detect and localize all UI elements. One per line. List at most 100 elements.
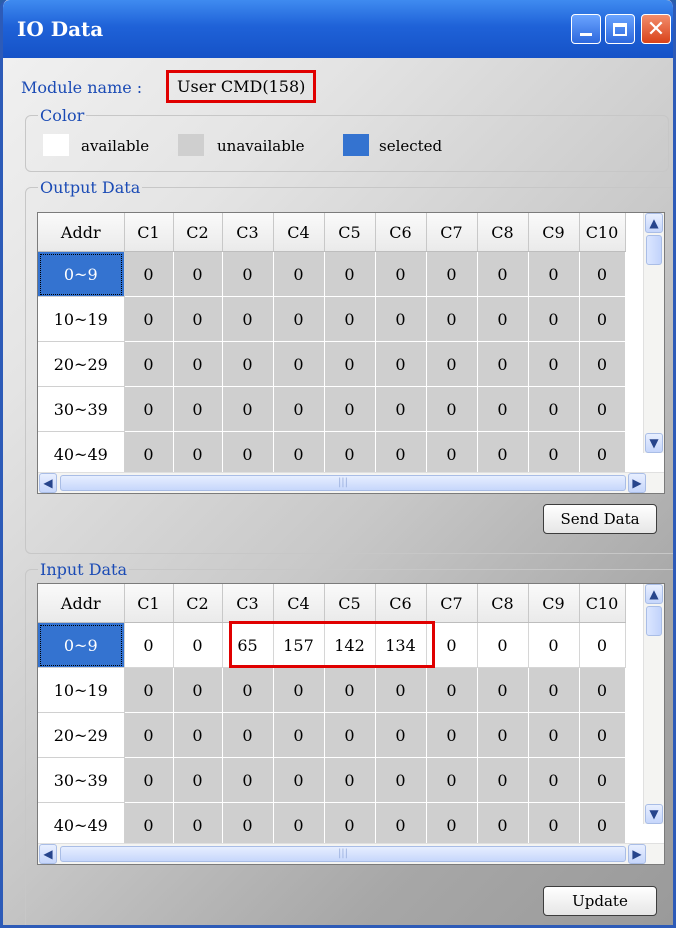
data-cell[interactable]: 0 bbox=[375, 296, 427, 342]
data-cell[interactable]: 0 bbox=[173, 386, 223, 432]
title-bar[interactable]: IO Data ✕ bbox=[3, 0, 673, 58]
vertical-scroll-thumb[interactable] bbox=[646, 235, 662, 265]
data-cell[interactable]: 0 bbox=[426, 667, 478, 713]
data-cell[interactable]: 0 bbox=[528, 341, 580, 387]
data-cell[interactable]: 0 bbox=[426, 712, 478, 758]
data-cell[interactable]: 0 bbox=[579, 386, 626, 432]
data-cell[interactable]: 0 bbox=[426, 431, 478, 477]
data-cell[interactable]: 0 bbox=[273, 667, 325, 713]
column-header[interactable]: C10 bbox=[579, 584, 626, 623]
data-cell[interactable]: 0 bbox=[375, 386, 427, 432]
data-cell[interactable]: 0 bbox=[426, 296, 478, 342]
data-cell[interactable]: 0 bbox=[173, 251, 223, 297]
data-cell[interactable]: 0 bbox=[375, 341, 427, 387]
update-button[interactable]: Update bbox=[543, 886, 657, 916]
column-header[interactable]: C5 bbox=[324, 584, 376, 623]
data-cell[interactable]: 0 bbox=[124, 667, 174, 713]
output-data-grid[interactable]: Addr C1 C2 C3 C4 C5 C6 C7 C8 C9 C10 0~9 0 0 0 0 0 0 0 0 0 0 10… bbox=[37, 212, 665, 494]
column-header[interactable]: Addr bbox=[38, 584, 125, 623]
data-cell[interactable]: 0 bbox=[173, 712, 223, 758]
minimize-button[interactable] bbox=[571, 14, 601, 44]
input-vertical-scrollbar[interactable]: ▲ ▼ bbox=[643, 584, 664, 824]
data-cell[interactable]: 0 bbox=[579, 251, 626, 297]
data-cell[interactable]: 0 bbox=[528, 667, 580, 713]
data-cell[interactable]: 0 bbox=[273, 757, 325, 803]
horizontal-scroll-thumb[interactable]: ||| bbox=[60, 846, 626, 862]
data-cell[interactable]: 0 bbox=[124, 802, 174, 848]
data-cell[interactable]: 0 bbox=[579, 712, 626, 758]
data-cell[interactable]: 0 bbox=[124, 296, 174, 342]
data-cell[interactable]: 0 bbox=[324, 667, 376, 713]
address-cell[interactable]: 0~9 bbox=[38, 251, 125, 297]
maximize-button[interactable] bbox=[605, 14, 635, 44]
data-cell[interactable]: 0 bbox=[273, 341, 325, 387]
data-cell[interactable]: 0 bbox=[273, 386, 325, 432]
column-header[interactable]: C4 bbox=[273, 213, 325, 252]
column-header[interactable]: C9 bbox=[528, 584, 580, 623]
address-cell[interactable]: 0~9 bbox=[38, 622, 125, 668]
data-cell[interactable]: 0 bbox=[222, 667, 274, 713]
output-horizontal-scrollbar[interactable]: ◀ ||| ▶ bbox=[38, 472, 664, 493]
data-cell[interactable]: 0 bbox=[528, 757, 580, 803]
data-cell[interactable]: 0 bbox=[477, 667, 529, 713]
scroll-left-button[interactable]: ◀ bbox=[39, 473, 57, 493]
vertical-scroll-thumb[interactable] bbox=[646, 606, 662, 636]
data-cell[interactable]: 0 bbox=[173, 622, 223, 668]
scroll-down-button[interactable]: ▼ bbox=[645, 804, 663, 824]
data-cell[interactable]: 0 bbox=[477, 251, 529, 297]
data-cell[interactable]: 0 bbox=[173, 296, 223, 342]
data-cell[interactable]: 0 bbox=[324, 296, 376, 342]
data-cell[interactable]: 0 bbox=[528, 296, 580, 342]
data-cell[interactable]: 0 bbox=[273, 712, 325, 758]
data-cell[interactable]: 0 bbox=[222, 712, 274, 758]
data-cell[interactable]: 0 bbox=[528, 431, 580, 477]
data-cell[interactable]: 0 bbox=[477, 622, 529, 668]
data-cell[interactable]: 0 bbox=[324, 431, 376, 477]
scroll-right-button[interactable]: ▶ bbox=[628, 473, 646, 493]
data-cell[interactable]: 0 bbox=[477, 341, 529, 387]
data-cell[interactable]: 0 bbox=[124, 431, 174, 477]
address-cell[interactable]: 20~29 bbox=[38, 341, 125, 387]
close-button[interactable]: ✕ bbox=[641, 14, 671, 44]
send-data-button[interactable]: Send Data bbox=[543, 504, 657, 534]
data-cell[interactable]: 0 bbox=[173, 341, 223, 387]
data-cell[interactable]: 0 bbox=[579, 802, 626, 848]
column-header[interactable]: Addr bbox=[38, 213, 125, 252]
column-header[interactable]: C6 bbox=[375, 213, 427, 252]
data-cell[interactable]: 0 bbox=[579, 341, 626, 387]
column-header[interactable]: C3 bbox=[222, 213, 274, 252]
scroll-right-button[interactable]: ▶ bbox=[628, 844, 646, 864]
data-cell[interactable]: 0 bbox=[477, 712, 529, 758]
data-cell[interactable]: 0 bbox=[222, 251, 274, 297]
column-header[interactable]: C6 bbox=[375, 584, 427, 623]
data-cell[interactable]: 0 bbox=[477, 802, 529, 848]
data-cell[interactable]: 0 bbox=[528, 251, 580, 297]
data-cell[interactable]: 0 bbox=[324, 341, 376, 387]
data-cell[interactable]: 0 bbox=[426, 386, 478, 432]
data-cell[interactable]: 0 bbox=[222, 431, 274, 477]
scroll-left-button[interactable]: ◀ bbox=[39, 844, 57, 864]
data-cell[interactable]: 0 bbox=[173, 802, 223, 848]
data-cell[interactable]: 0 bbox=[375, 431, 427, 477]
data-cell[interactable]: 0 bbox=[477, 431, 529, 477]
data-cell[interactable]: 0 bbox=[528, 386, 580, 432]
column-header[interactable]: C7 bbox=[426, 213, 478, 252]
address-cell[interactable]: 40~49 bbox=[38, 802, 125, 848]
address-cell[interactable]: 30~39 bbox=[38, 386, 125, 432]
data-cell[interactable]: 0 bbox=[273, 251, 325, 297]
data-cell[interactable]: 0 bbox=[222, 757, 274, 803]
data-cell[interactable]: 0 bbox=[579, 667, 626, 713]
data-cell[interactable]: 0 bbox=[528, 622, 580, 668]
column-header[interactable]: C2 bbox=[173, 213, 223, 252]
column-header[interactable]: C8 bbox=[477, 584, 529, 623]
data-cell[interactable]: 0 bbox=[273, 296, 325, 342]
data-cell[interactable]: 0 bbox=[477, 296, 529, 342]
output-vertical-scrollbar[interactable]: ▲ ▼ bbox=[643, 213, 664, 453]
column-header[interactable]: C9 bbox=[528, 213, 580, 252]
column-header[interactable]: C7 bbox=[426, 584, 478, 623]
data-cell[interactable]: 0 bbox=[124, 386, 174, 432]
data-cell[interactable]: 0 bbox=[324, 386, 376, 432]
input-horizontal-scrollbar[interactable]: ◀ ||| ▶ bbox=[38, 843, 664, 864]
data-cell[interactable]: 0 bbox=[426, 341, 478, 387]
data-cell[interactable]: 0 bbox=[124, 712, 174, 758]
